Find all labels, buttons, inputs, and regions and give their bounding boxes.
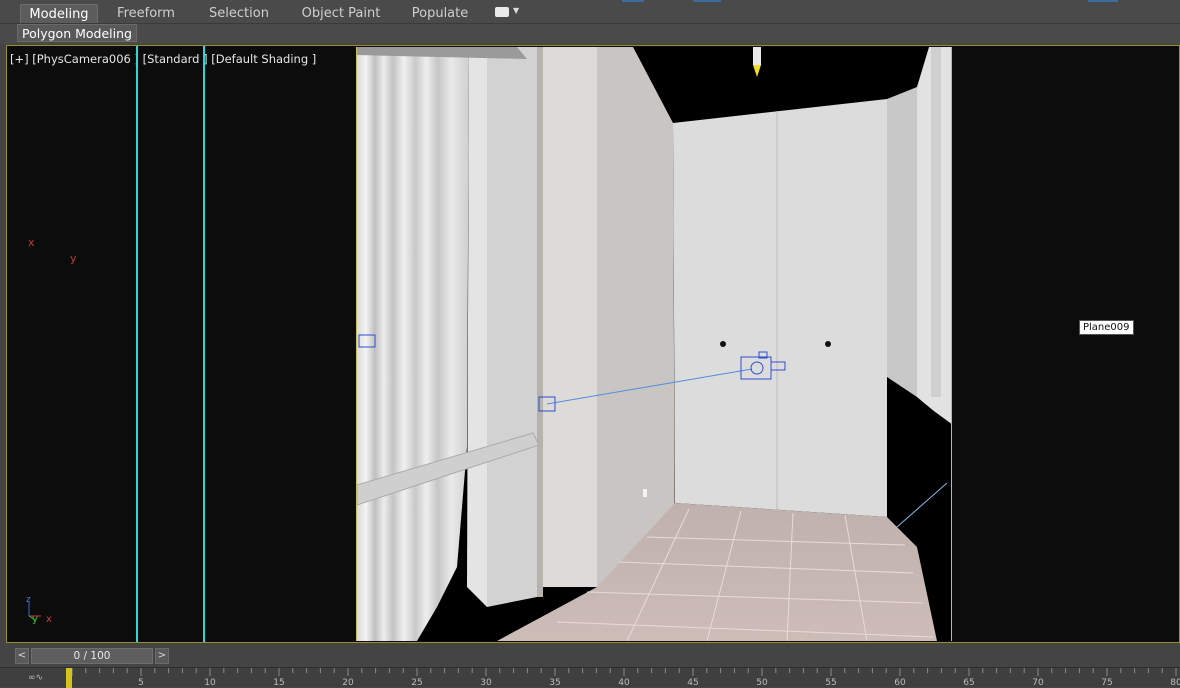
track-bar-ticks: 5 10 15 20 25 30 35 40 45 50 55 60 65 70 75 80 bbox=[72, 668, 1180, 688]
curve-editor-icon[interactable]: ∞∿ bbox=[28, 673, 43, 683]
ribbon-display-toggle-icon[interactable] bbox=[495, 7, 509, 17]
track-bar[interactable]: ∞∿ 5 10 15 20 25 30 35 40 45 50 55 60 65 70 75 80 bbox=[0, 667, 1180, 688]
object-name-tooltip: Plane009 bbox=[1079, 320, 1134, 335]
camera-view-render[interactable] bbox=[356, 47, 952, 641]
tab-populate[interactable]: Populate bbox=[408, 4, 472, 23]
chevron-down-icon[interactable]: ▼ bbox=[513, 6, 519, 15]
viewport-label-menu[interactable]: [+] [PhysCamera006 ] [Standard ] [Defaul… bbox=[10, 52, 316, 66]
time-slider-bar: < 0 / 100 > bbox=[0, 645, 1180, 667]
axis-y-label: y bbox=[70, 252, 77, 265]
previous-frame-button[interactable]: < bbox=[15, 648, 29, 664]
tab-freeform[interactable]: Freeform bbox=[110, 4, 182, 23]
safe-frame-guide-line bbox=[136, 46, 138, 642]
tab-object-paint[interactable]: Object Paint bbox=[300, 4, 382, 23]
ribbon-top-indicator bbox=[1088, 0, 1118, 2]
ribbon-top-indicator bbox=[622, 0, 644, 2]
polygon-modeling-button[interactable]: Polygon Modeling bbox=[17, 24, 137, 42]
gizmo-y-label: y bbox=[32, 614, 38, 624]
gizmo-x-label: x bbox=[46, 614, 52, 624]
ribbon-tab-bar: Modeling Freeform Selection Object Paint… bbox=[0, 0, 1180, 24]
ribbon-top-indicator bbox=[693, 0, 721, 2]
gizmo-z-label: z bbox=[26, 595, 31, 605]
tab-modeling[interactable]: Modeling bbox=[20, 4, 98, 23]
tab-selection[interactable]: Selection bbox=[200, 4, 278, 23]
time-slider[interactable]: 0 / 100 bbox=[31, 648, 153, 664]
axis-x-label: x bbox=[28, 236, 35, 249]
ribbon-panel: Polygon Modeling bbox=[0, 24, 1180, 44]
axis-gizmo-icon: z y x bbox=[23, 594, 63, 625]
next-frame-button[interactable]: > bbox=[155, 648, 169, 664]
safe-frame-guide-line bbox=[203, 46, 205, 642]
viewport[interactable]: [+] [PhysCamera006 ] [Standard ] [Defaul… bbox=[6, 45, 1180, 643]
